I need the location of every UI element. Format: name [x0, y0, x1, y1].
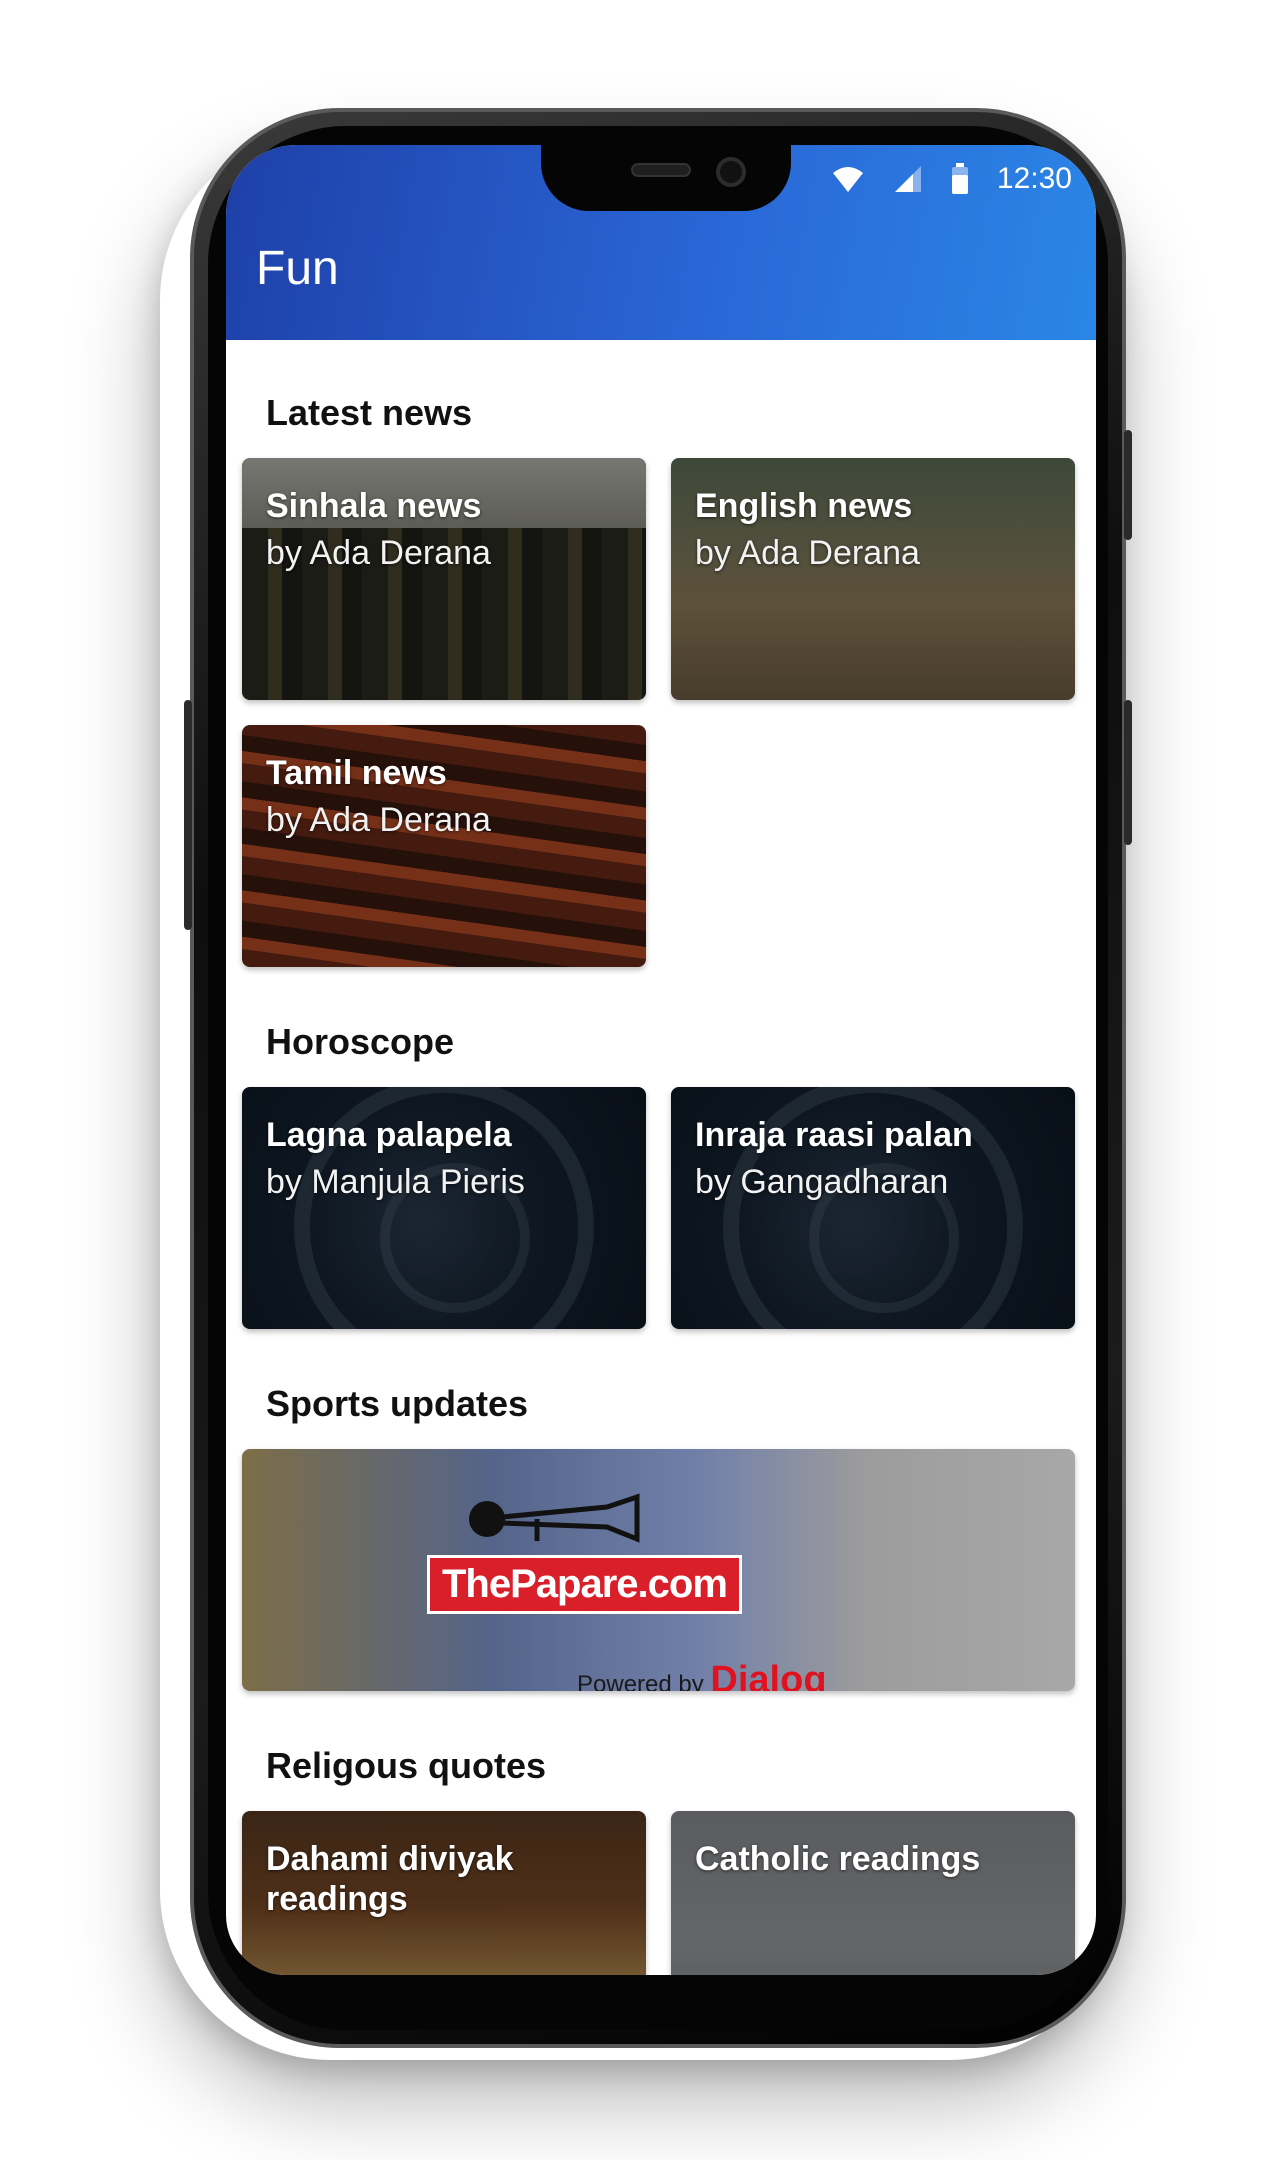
- status-bar: 12:30: [831, 159, 1072, 199]
- battery-icon: [951, 163, 968, 194]
- card-lagna-palapela[interactable]: Lagna palapela by Manjula Pieris: [242, 1087, 646, 1329]
- section-title-latest-news: Latest news: [266, 392, 473, 433]
- dialog-logo: Dialog: [710, 1659, 827, 1691]
- section-title-sports: Sports updates: [266, 1383, 529, 1424]
- card-title: English news: [695, 487, 913, 525]
- card-title: Dahami diviyak readings: [266, 1840, 514, 1918]
- card-dahami-diviyak[interactable]: Dahami diviyak readings: [242, 1811, 646, 1975]
- earpiece-speaker: [631, 163, 691, 177]
- papare-brand: ThePapare.com: [427, 1555, 742, 1614]
- status-time: 12:30: [996, 162, 1072, 195]
- card-title: Inraja raasi palan: [695, 1116, 973, 1154]
- card-catholic-readings[interactable]: Catholic readings: [671, 1811, 1075, 1975]
- display-notch: [541, 145, 791, 211]
- card-title: Lagna palapela: [266, 1116, 512, 1154]
- section-title-religious: Religous quotes: [266, 1745, 547, 1786]
- section-title-horoscope: Horoscope: [266, 1021, 455, 1062]
- app-bar: 12:30 Fun: [226, 145, 1096, 340]
- trombone-icon: [469, 1493, 640, 1543]
- powered-by-text: Powered by Dialog: [577, 1659, 917, 1691]
- wifi-icon: [832, 167, 863, 192]
- page-title: Fun: [256, 242, 339, 295]
- card-title: Catholic readings: [695, 1840, 981, 1878]
- main-content[interactable]: Latest news Sinhala news by Ada Derana E…: [226, 340, 1096, 1975]
- card-sinhala-news[interactable]: Sinhala news by Ada Derana: [242, 458, 646, 700]
- card-inraja-raasi-palan[interactable]: Inraja raasi palan by Gangadharan: [671, 1087, 1075, 1329]
- card-subtitle: by Ada Derana: [695, 534, 920, 572]
- card-subtitle: by Gangadharan: [695, 1163, 949, 1201]
- phone-screen: 12:30 Fun Latest news Sinhala news by Ad…: [226, 145, 1096, 1975]
- card-subtitle: by Ada Derana: [266, 534, 491, 572]
- alert-slider: [1124, 700, 1132, 845]
- powered-by-label: Powered by: [577, 1671, 704, 1691]
- signal-icon: [894, 166, 921, 192]
- volume-button: [184, 700, 192, 930]
- papare-logo: ThePapare.com Powered by Dialog: [427, 1489, 827, 1691]
- power-button: [1124, 430, 1132, 540]
- front-camera: [716, 157, 746, 187]
- card-subtitle: by Manjula Pieris: [266, 1163, 525, 1201]
- card-title: Sinhala news: [266, 487, 482, 525]
- card-sports-banner[interactable]: ThePapare.com Powered by Dialog: [242, 1449, 1075, 1691]
- card-overlay: [671, 1811, 1075, 1975]
- card-tamil-news[interactable]: Tamil news by Ada Derana: [242, 725, 646, 967]
- card-title: Tamil news: [266, 754, 447, 792]
- card-subtitle: by Ada Derana: [266, 801, 491, 839]
- card-english-news[interactable]: English news by Ada Derana: [671, 458, 1075, 700]
